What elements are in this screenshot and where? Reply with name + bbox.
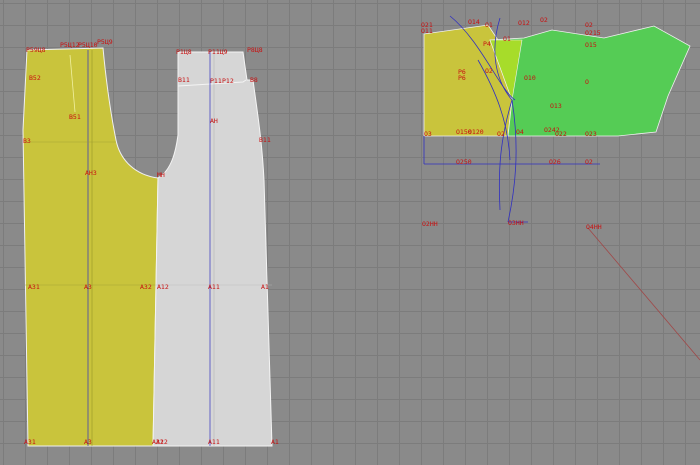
point-label-sleeve-o13: O13 <box>550 102 562 110</box>
point-label-back-top-right: P8Ц8 <box>247 46 263 54</box>
point-label-sleeve-o23: O23 <box>585 130 597 138</box>
back-bodice-piece[interactable] <box>152 51 273 447</box>
point-label-sleeve-o1: O1 <box>485 21 493 29</box>
point-label-sleeve-o120: O120 <box>468 128 484 136</box>
point-label-sleeve-o2hh: O2HH <box>422 220 438 228</box>
point-label-front-bottom-mid: A3 <box>84 438 92 446</box>
point-label-back-top-left: P1Ц8 <box>176 48 192 56</box>
point-label-front-b3: B3 <box>23 137 31 145</box>
point-label-front-top-right: P5Ц9 <box>97 38 113 46</box>
point-label-sleeve-o12: O12 <box>518 19 530 27</box>
point-label-back-a11: A11 <box>208 283 220 291</box>
front-bodice-piece[interactable] <box>22 47 159 447</box>
point-label-back-b11-lower: B11 <box>259 136 271 144</box>
point-label-sleeve-o2b: O2 <box>497 130 505 138</box>
point-label-sleeve-o3hh: O3HH <box>508 219 524 227</box>
point-label-sleeve-o215: O215 <box>585 29 601 37</box>
point-label-back-bottom-right: A1 <box>271 438 279 446</box>
point-label-back-b8: B8 <box>250 76 258 84</box>
point-label-sleeve-o2t: O2 <box>585 21 593 29</box>
point-label-sleeve-o2b2: O2 <box>485 67 493 75</box>
point-label-sleeve-o3: O3 <box>424 130 432 138</box>
point-label-sleeve-o14: O14 <box>468 18 480 26</box>
point-label-front-bottom-left: A31 <box>24 438 36 446</box>
point-label-sleeve-o: O <box>585 78 589 86</box>
point-label-back-a12: A12 <box>157 283 169 291</box>
point-label-back-p12: P12 <box>222 77 234 85</box>
point-label-back-b11: B11 <box>178 76 190 84</box>
point-label-back-p11: P11 <box>210 77 222 85</box>
point-label-front-ah3: AH3 <box>85 169 97 177</box>
point-label-back-bottom-mid: A11 <box>208 438 220 446</box>
point-label-sleeve-o2c: O2 <box>585 158 593 166</box>
point-label-sleeve-o2: O2 <box>540 16 548 24</box>
point-label-back-a1: A1 <box>261 283 269 291</box>
point-label-sleeve-o26: O26 <box>549 158 561 166</box>
point-label-sleeve-p6b: P6 <box>458 74 466 82</box>
point-label-sleeve-o4hh: O4HH <box>586 223 602 231</box>
point-label-front-b52: B52 <box>29 74 41 82</box>
pattern-drawing[interactable]: P59Ц8 P5Ц12 P5Ц10 P5Ц9 B52 B51 B3 AH3 A3… <box>0 0 700 465</box>
point-label-back-ah: AH <box>210 117 218 125</box>
guide-diagonal-line <box>587 227 700 361</box>
point-label-back-bottom-left: A12 <box>156 438 168 446</box>
point-label-front-a31: A31 <box>28 283 40 291</box>
point-label-sleeve-p4: P4 <box>483 40 491 48</box>
point-label-sleeve-o4: O4 <box>516 128 524 136</box>
point-label-front-top-mid1: P5Ц12 <box>60 41 80 49</box>
point-label-sleeve-o1-mid: O1 <box>503 35 511 43</box>
point-label-sleeve-o22: O22 <box>555 130 567 138</box>
point-label-sleeve-o10: O10 <box>524 74 536 82</box>
point-label-front-top-left: P59Ц8 <box>26 46 46 54</box>
point-label-front-top-mid2: P5Ц10 <box>78 41 98 49</box>
point-label-sleeve-o11: O11 <box>421 27 433 35</box>
point-label-sleeve-o250: O250 <box>456 158 472 166</box>
point-label-front-b51: B51 <box>69 113 81 121</box>
point-label-back-top-mid: P11Ц9 <box>208 48 228 56</box>
point-label-front-mh: MH <box>157 171 165 179</box>
point-label-front-a3: A3 <box>84 283 92 291</box>
point-label-sleeve-o15: O15 <box>585 41 597 49</box>
point-label-front-a32: A32 <box>140 283 152 291</box>
